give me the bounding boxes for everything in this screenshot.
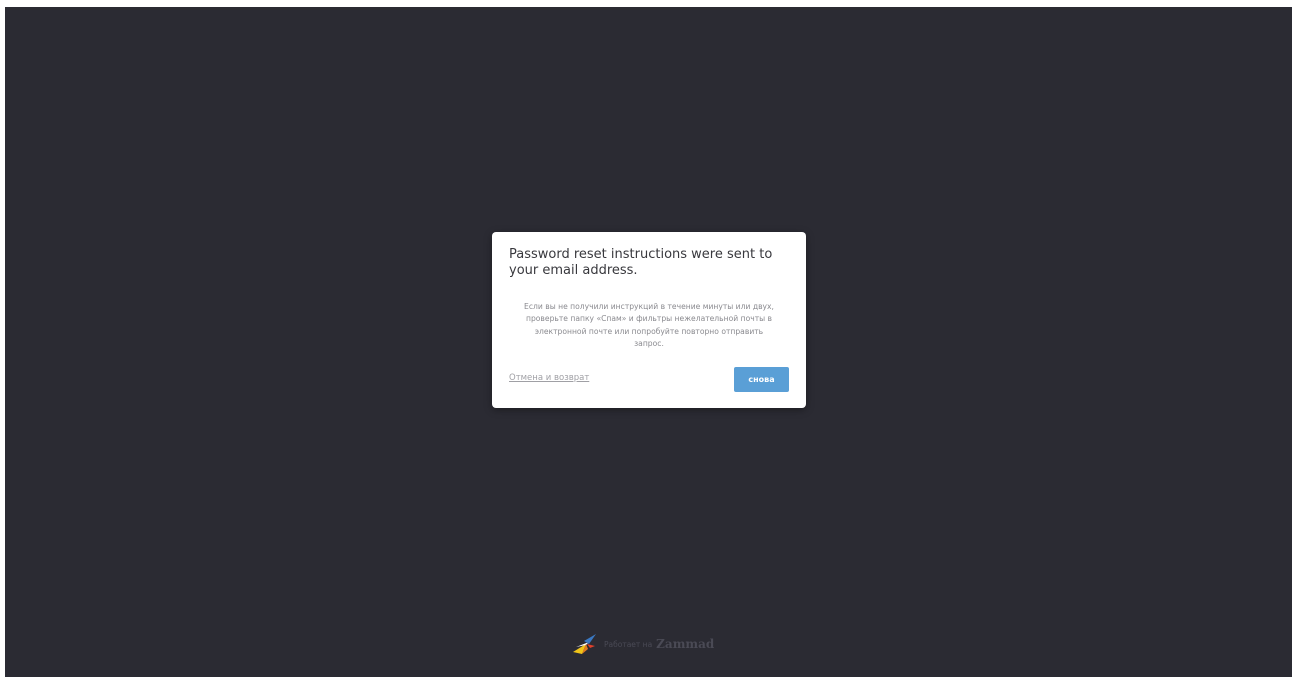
password-reset-modal: Password reset instructions were sent to… <box>492 232 806 408</box>
brand-name: Zammad <box>656 637 715 651</box>
app-background: Password reset instructions were sent to… <box>5 7 1292 677</box>
retry-button[interactable]: снова <box>734 367 789 392</box>
powered-by-footer[interactable]: Работает на Zammad <box>572 632 714 656</box>
modal-message: Если вы не получили инструкций в течение… <box>524 302 774 349</box>
powered-by-label: Работает на <box>604 639 653 649</box>
cancel-and-return-link[interactable]: Отмена и возврат <box>509 372 589 384</box>
modal-title: Password reset instructions were sent to… <box>509 247 773 278</box>
zammad-logo-icon <box>573 634 596 654</box>
